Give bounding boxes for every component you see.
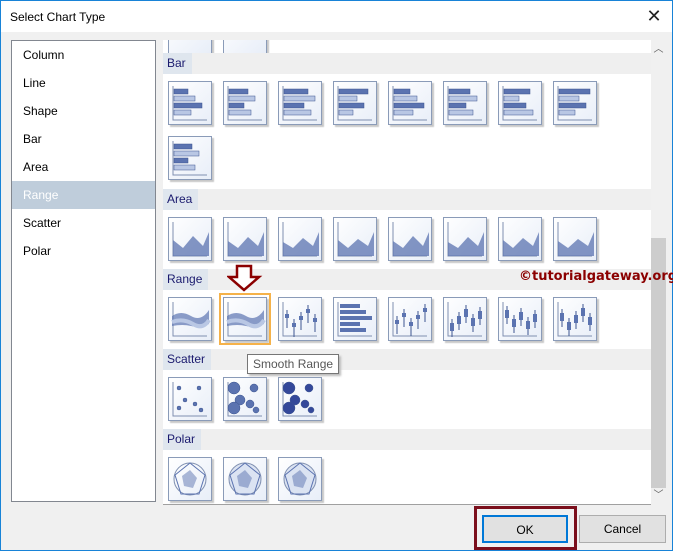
section-header-area: Area [163, 189, 651, 210]
section-label: Scatter [163, 349, 212, 370]
dialog-title: Select Chart Type [10, 10, 106, 24]
range-column-chart-icon[interactable] [278, 297, 322, 341]
tooltip: Smooth Range [247, 354, 340, 374]
bar-3d-clustered-chart-icon[interactable] [333, 81, 377, 125]
bar-stacked-chart-icon[interactable] [223, 81, 267, 125]
section-header-polar: Polar [163, 429, 651, 450]
polar-3d-chart-icon[interactable] [278, 457, 322, 501]
range-bar-chart-icon[interactable] [333, 297, 377, 341]
category-item-column[interactable]: Column [12, 41, 155, 69]
range-chart-icon[interactable] [168, 297, 212, 341]
category-item-polar[interactable]: Polar [12, 237, 155, 265]
section-label: Polar [163, 429, 202, 450]
radar-chart-icon[interactable] [168, 457, 212, 501]
area-3d-chart-icon[interactable] [388, 217, 432, 261]
section-header-bar: Bar [163, 53, 651, 74]
bar-clustered-chart-icon[interactable] [168, 81, 212, 125]
stacked-area-3d-chart-icon[interactable] [498, 217, 542, 261]
category-item-shape[interactable]: Shape [12, 97, 155, 125]
cancel-button[interactable]: Cancel [579, 515, 666, 543]
area-3d-100-chart-icon[interactable] [553, 217, 597, 261]
category-item-range[interactable]: Range [12, 181, 155, 209]
category-item-bar[interactable]: Bar [12, 125, 155, 153]
smooth-area-chart-icon[interactable] [223, 217, 267, 261]
smooth-range-chart-icon[interactable] [219, 293, 271, 345]
section-header-scatter: Scatter [163, 349, 651, 370]
error-bar-chart-icon[interactable] [498, 297, 542, 341]
scatter-chart-icon[interactable] [168, 377, 212, 421]
ok-button[interactable]: OK [482, 515, 568, 543]
bar-cylinder-clustered-chart-icon[interactable] [168, 136, 212, 180]
chart-category-list[interactable]: Column Line Shape Bar Area Range Scatter Polar [11, 40, 156, 502]
section-label: Area [163, 189, 199, 210]
title-bar: Select Chart Type ✕ [1, 1, 672, 32]
category-item-scatter[interactable]: Scatter [12, 209, 155, 237]
category-item-area[interactable]: Area [12, 153, 155, 181]
close-icon[interactable]: ✕ [644, 5, 664, 27]
area-100-chart-icon[interactable] [333, 217, 377, 261]
bar-cylinder-stacked-chart-icon[interactable] [553, 81, 597, 125]
section-label: Range [163, 269, 209, 290]
scroll-down-icon[interactable]: ﹀ [651, 488, 666, 504]
area-chart-icon[interactable] [168, 217, 212, 261]
stacked-area-chart-icon[interactable] [278, 217, 322, 261]
polar-chart-icon[interactable] [223, 457, 267, 501]
section-label: Bar [163, 53, 192, 74]
bar-3d-chart-icon[interactable] [443, 81, 487, 125]
chart-icon-partial[interactable] [223, 40, 267, 54]
category-item-line[interactable]: Line [12, 69, 155, 97]
down-arrow-annotation-icon [227, 264, 263, 292]
bar-3d-stacked-chart-icon[interactable] [388, 81, 432, 125]
bar-stacked-100-chart-icon[interactable] [278, 81, 322, 125]
bubble-3d-chart-icon[interactable] [278, 377, 322, 421]
bubble-chart-icon[interactable] [223, 377, 267, 421]
smooth-area-3d-chart-icon[interactable] [443, 217, 487, 261]
candlestick-chart-icon[interactable] [443, 297, 487, 341]
box-plot-chart-icon[interactable] [553, 297, 597, 341]
scroll-up-icon[interactable]: ︿ [651, 42, 666, 58]
stock-chart-icon[interactable] [388, 297, 432, 341]
watermark: ©tutorialgateway.org [519, 269, 673, 284]
bar-cylinder-chart-icon[interactable] [498, 81, 542, 125]
chart-icon-partial[interactable] [168, 40, 212, 54]
